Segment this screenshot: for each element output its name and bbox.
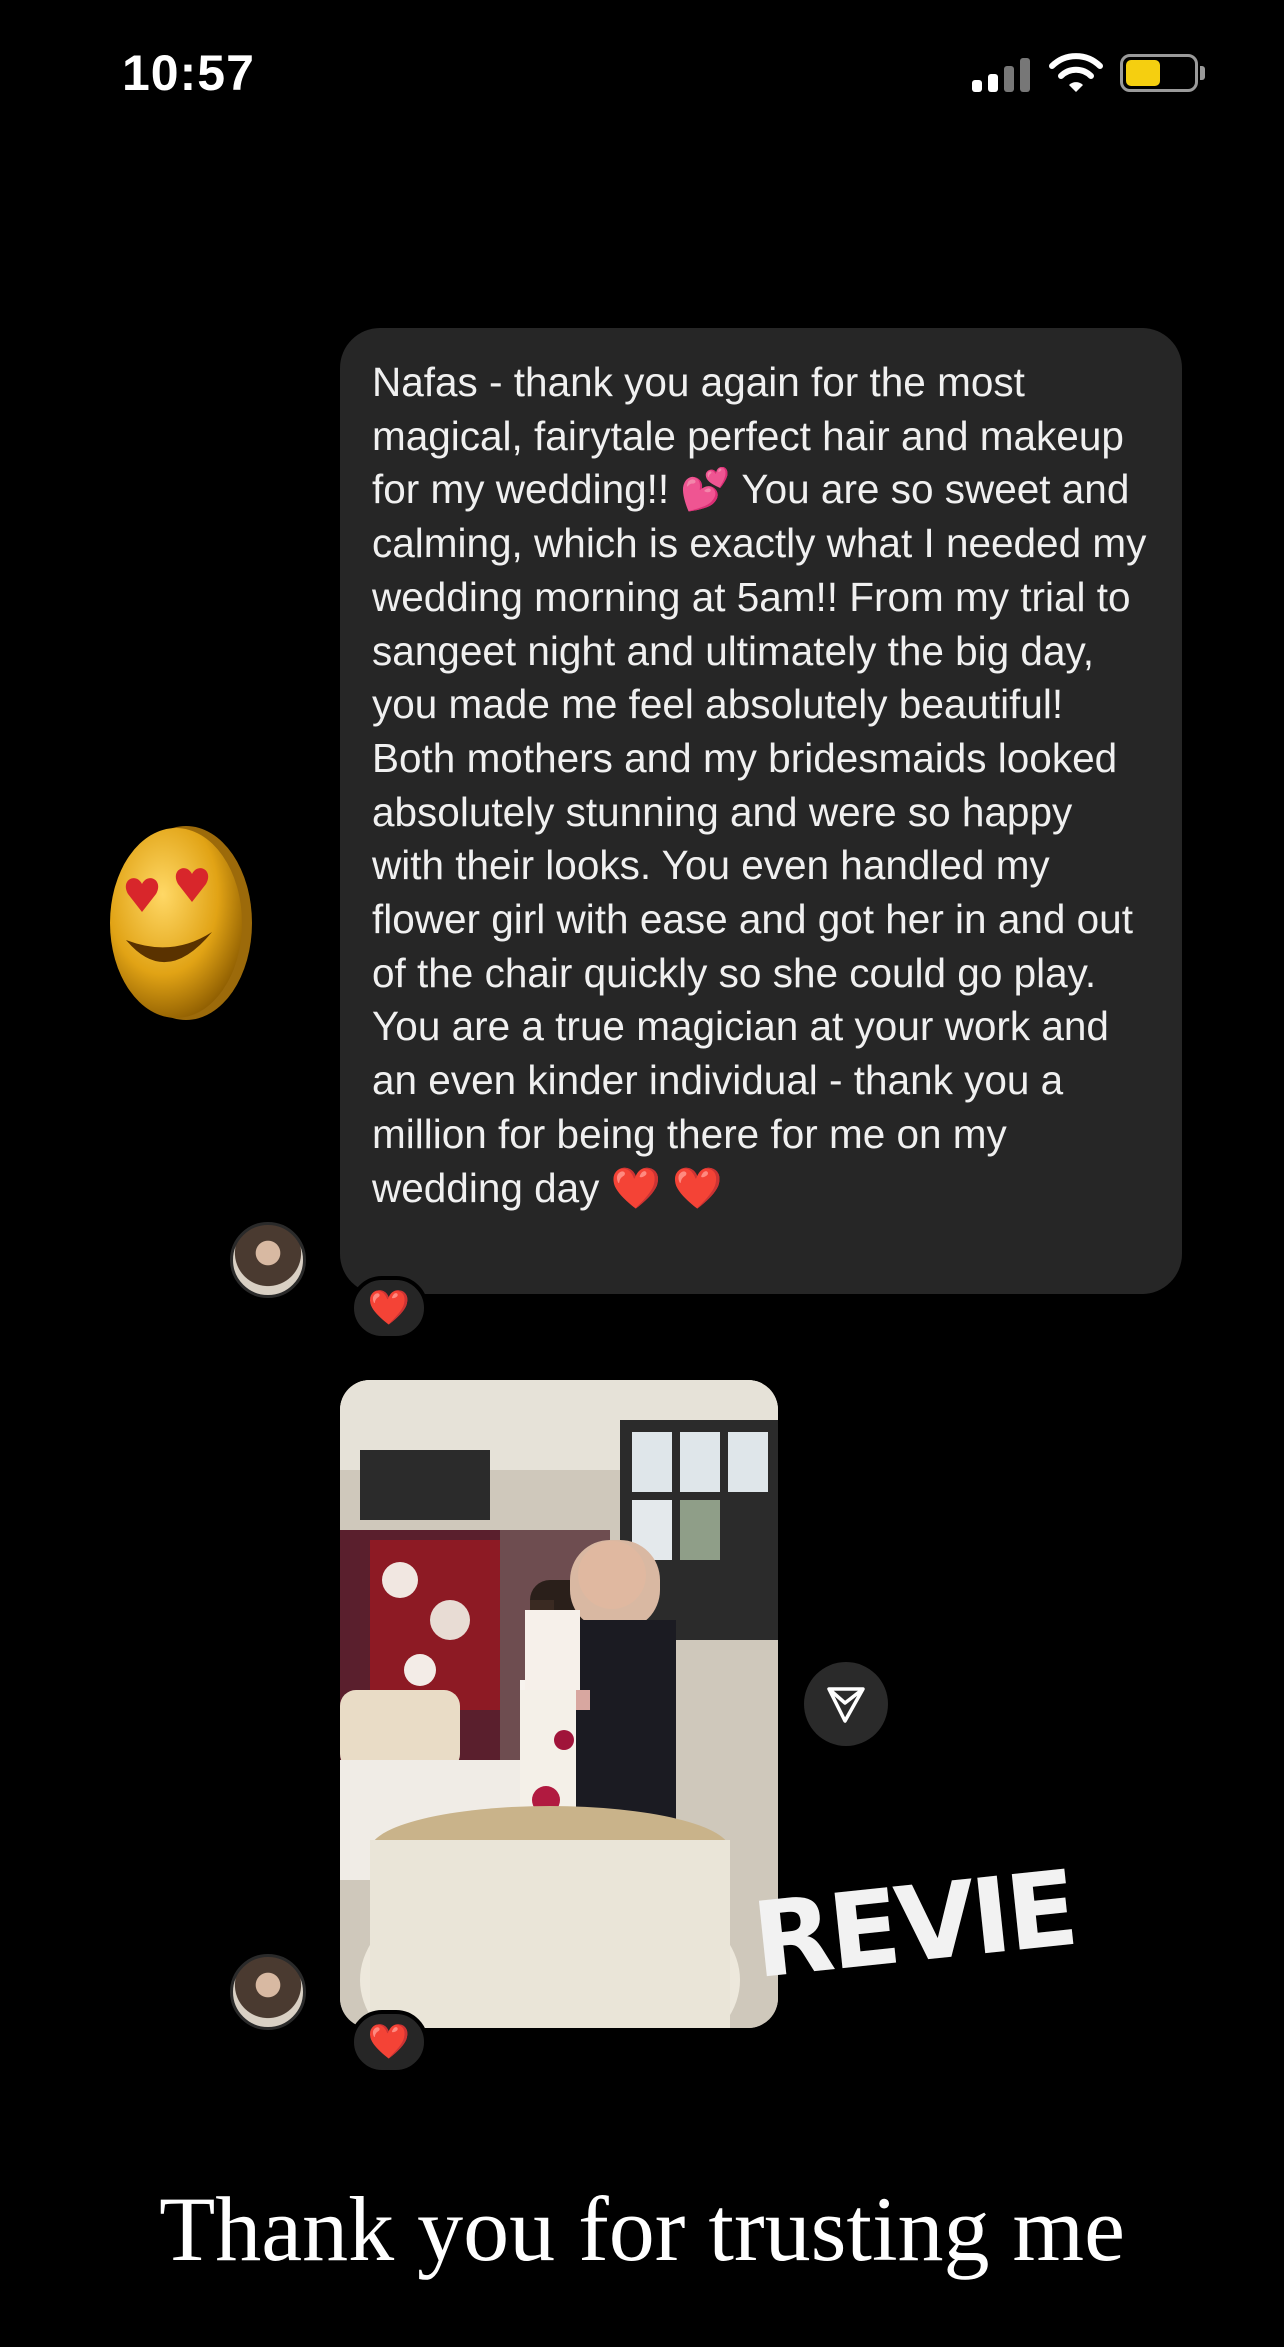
heart-reaction[interactable]: ❤️ <box>350 1276 428 1340</box>
battery-tip <box>1200 66 1205 80</box>
heart-reaction-photo[interactable]: ❤️ <box>350 2010 428 2074</box>
message-text: Nafas - thank you again for the most mag… <box>372 359 1158 1211</box>
sender-avatar[interactable] <box>230 1222 306 1298</box>
sender-avatar-photo[interactable] <box>230 1954 306 2030</box>
signal-icon <box>972 58 1032 92</box>
send-icon <box>827 1687 865 1723</box>
wedding-photo[interactable] <box>340 1380 778 2028</box>
review-sticker: REVIE <box>747 1847 1080 2002</box>
message-bubble[interactable]: Nafas - thank you again for the most mag… <box>340 328 1182 1294</box>
heart-eyes-emoji-icon <box>110 826 252 1020</box>
wifi-icon <box>1049 53 1103 92</box>
story-caption: Thank you for trusting me <box>159 2178 1125 2280</box>
share-button[interactable] <box>804 1662 888 1746</box>
battery-icon <box>1120 54 1198 92</box>
status-time: 10:57 <box>122 45 255 101</box>
